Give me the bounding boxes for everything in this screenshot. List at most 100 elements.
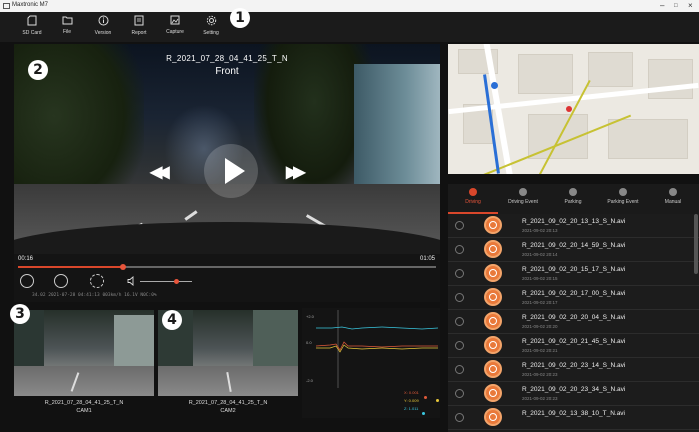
- list-item[interactable]: R_2021_09_02_20_23_14_S_N.avi 2021-09-02…: [448, 358, 699, 382]
- list-item[interactable]: R_2021_09_02_20_15_17_S_N.avi 2021-09-02…: [448, 262, 699, 286]
- tab-driving-event[interactable]: Driving Event: [498, 188, 548, 205]
- event-tabs: Driving Driving Event Parking Parking Ev…: [448, 184, 699, 214]
- select-checkbox[interactable]: [455, 389, 464, 398]
- list-item[interactable]: R_2021_09_02_20_13_13_S_N.avi 2021-09-02…: [448, 214, 699, 238]
- list-item[interactable]: R_2021_09_02_20_14_59_S_N.avi 2021-09-02…: [448, 238, 699, 262]
- list-item[interactable]: R_2021_09_02_13_38_10_T_N.avi: [448, 406, 699, 430]
- capture-button[interactable]: Capture: [157, 15, 193, 35]
- cam1-video[interactable]: [14, 310, 154, 396]
- g-series-z: [316, 326, 439, 330]
- badge-2: 2: [28, 60, 48, 80]
- tab-driving[interactable]: Driving: [448, 188, 498, 214]
- g-legend-z: Z: 1.011: [404, 406, 440, 416]
- select-checkbox[interactable]: [455, 365, 464, 374]
- driving-event-icon: [484, 240, 502, 258]
- folder-icon: [62, 16, 72, 25]
- sd-card-label: SD Card: [22, 30, 42, 36]
- file-list: R_2021_09_02_20_13_13_S_N.avi 2021-09-02…: [448, 214, 699, 432]
- driving-event-icon: [519, 188, 527, 196]
- video-filename: R_2021_07_28_04_41_25_T_N: [166, 54, 288, 63]
- playback-controls: 00:16 01:05 34.02 2021-07-28 04:41:13 00…: [14, 254, 440, 302]
- gps-map[interactable]: [448, 44, 699, 174]
- driving-event-icon: [484, 288, 502, 306]
- fullscreen-icon[interactable]: [90, 274, 104, 288]
- driving-event-icon: [484, 384, 502, 402]
- title-bar: Maxtronic M7 – □ ×: [0, 0, 699, 12]
- list-item[interactable]: R_2021_09_02_20_17_00_S_N.avi 2021-09-02…: [448, 286, 699, 310]
- badge-4: 4: [162, 310, 182, 330]
- gps-info-line: 34.02 2021-07-28 04:41:13 003km/h 16.1V …: [32, 293, 157, 298]
- manual-icon: [669, 188, 677, 196]
- cam1-label: CAM1: [76, 408, 92, 414]
- tab-parking[interactable]: Parking: [548, 188, 598, 205]
- select-checkbox[interactable]: [455, 317, 464, 326]
- play-button[interactable]: [204, 144, 258, 198]
- report-label: Report: [131, 30, 147, 36]
- badge-3: 3: [10, 304, 30, 324]
- sd-card-button[interactable]: SD Card: [14, 15, 50, 36]
- location-marker-icon: [491, 82, 498, 89]
- parking-icon: [569, 188, 577, 196]
- rewind-icon[interactable]: ◀◀: [150, 162, 169, 182]
- badge-1: 1: [230, 8, 250, 28]
- gear-icon: [206, 15, 216, 26]
- maximize-button[interactable]: □: [674, 1, 678, 11]
- g-series-x: [315, 341, 438, 351]
- cam2-filename: R_2021_07_28_04_41_25_T_N: [188, 400, 268, 406]
- tab-parking-event[interactable]: Parking Event: [598, 188, 648, 205]
- select-checkbox[interactable]: [455, 269, 464, 278]
- window-title: Maxtronic M7: [12, 2, 49, 8]
- select-checkbox[interactable]: [455, 413, 464, 422]
- list-item[interactable]: R_2021_09_02_20_23_34_S_N.avi 2021-09-02…: [448, 382, 699, 406]
- seek-bar-handle[interactable]: [119, 264, 126, 270]
- capture-label: Capture: [166, 29, 184, 35]
- poi-marker-icon: [566, 106, 572, 112]
- volume-slider-handle[interactable]: [174, 279, 180, 284]
- g-legend-y: Y: 0.009: [404, 398, 439, 403]
- setting-button[interactable]: Setting: [193, 15, 229, 36]
- info-icon: [98, 15, 108, 26]
- main-video-player[interactable]: R_2021_07_28_04_41_25_T_N Front ◀◀ ▶▶: [14, 44, 440, 254]
- file-list-scrollbar[interactable]: [694, 214, 698, 274]
- file-label: File: [62, 29, 72, 35]
- list-item[interactable]: R_2021_09_02_20_21_45_S_N.avi 2021-09-02…: [448, 334, 699, 358]
- sd-card-icon: [27, 15, 37, 26]
- driving-event-icon: [484, 312, 502, 330]
- parking-event-icon: [619, 188, 627, 196]
- cam2-caption: R_2021_07_28_04_41_25_T_N CAM2: [158, 399, 298, 415]
- file-button[interactable]: File: [49, 15, 85, 35]
- driving-event-icon: [484, 408, 502, 426]
- driving-event-icon: [484, 216, 502, 234]
- capture-icon: [170, 15, 180, 25]
- select-checkbox[interactable]: [455, 221, 464, 230]
- list-item[interactable]: R_2021_09_02_20_20_04_S_N.avi 2021-09-02…: [448, 310, 699, 334]
- select-checkbox[interactable]: [455, 293, 464, 302]
- report-button[interactable]: Report: [121, 15, 157, 36]
- toolbar: SD Card File Version Report Capture Sett…: [0, 12, 699, 42]
- tab-manual[interactable]: Manual: [648, 188, 698, 205]
- current-time: 00:16: [18, 256, 34, 262]
- total-time: 01:05: [420, 256, 436, 262]
- driving-event-icon: [484, 360, 502, 378]
- select-checkbox[interactable]: [455, 341, 464, 350]
- volume-icon[interactable]: [127, 276, 136, 286]
- setting-label: Setting: [203, 30, 219, 36]
- select-checkbox[interactable]: [455, 245, 464, 254]
- cam1-caption: R_2021_07_28_04_41_25_T_N CAM1: [14, 399, 154, 415]
- version-button[interactable]: Version: [85, 15, 121, 36]
- version-label: Version: [94, 30, 112, 36]
- speedometer-icon[interactable]: [20, 274, 34, 288]
- play-icon: [225, 158, 245, 184]
- close-button[interactable]: ×: [688, 1, 693, 11]
- g-sensor-graph: +2.0 0.0 -2.0 X: 0.001 Y: 0.009 Z: 1.011: [302, 308, 440, 418]
- driving-icon: [469, 188, 477, 196]
- minimize-button[interactable]: –: [660, 1, 664, 11]
- report-icon: [134, 15, 144, 26]
- volume-slider[interactable]: [140, 279, 192, 284]
- seek-bar-fill: [18, 266, 123, 268]
- video-camera-label: Front: [215, 66, 239, 77]
- g-sensor-icon[interactable]: [54, 274, 68, 288]
- driving-event-icon: [484, 264, 502, 282]
- fast-forward-icon[interactable]: ▶▶: [286, 162, 305, 182]
- seek-bar[interactable]: [18, 264, 436, 270]
